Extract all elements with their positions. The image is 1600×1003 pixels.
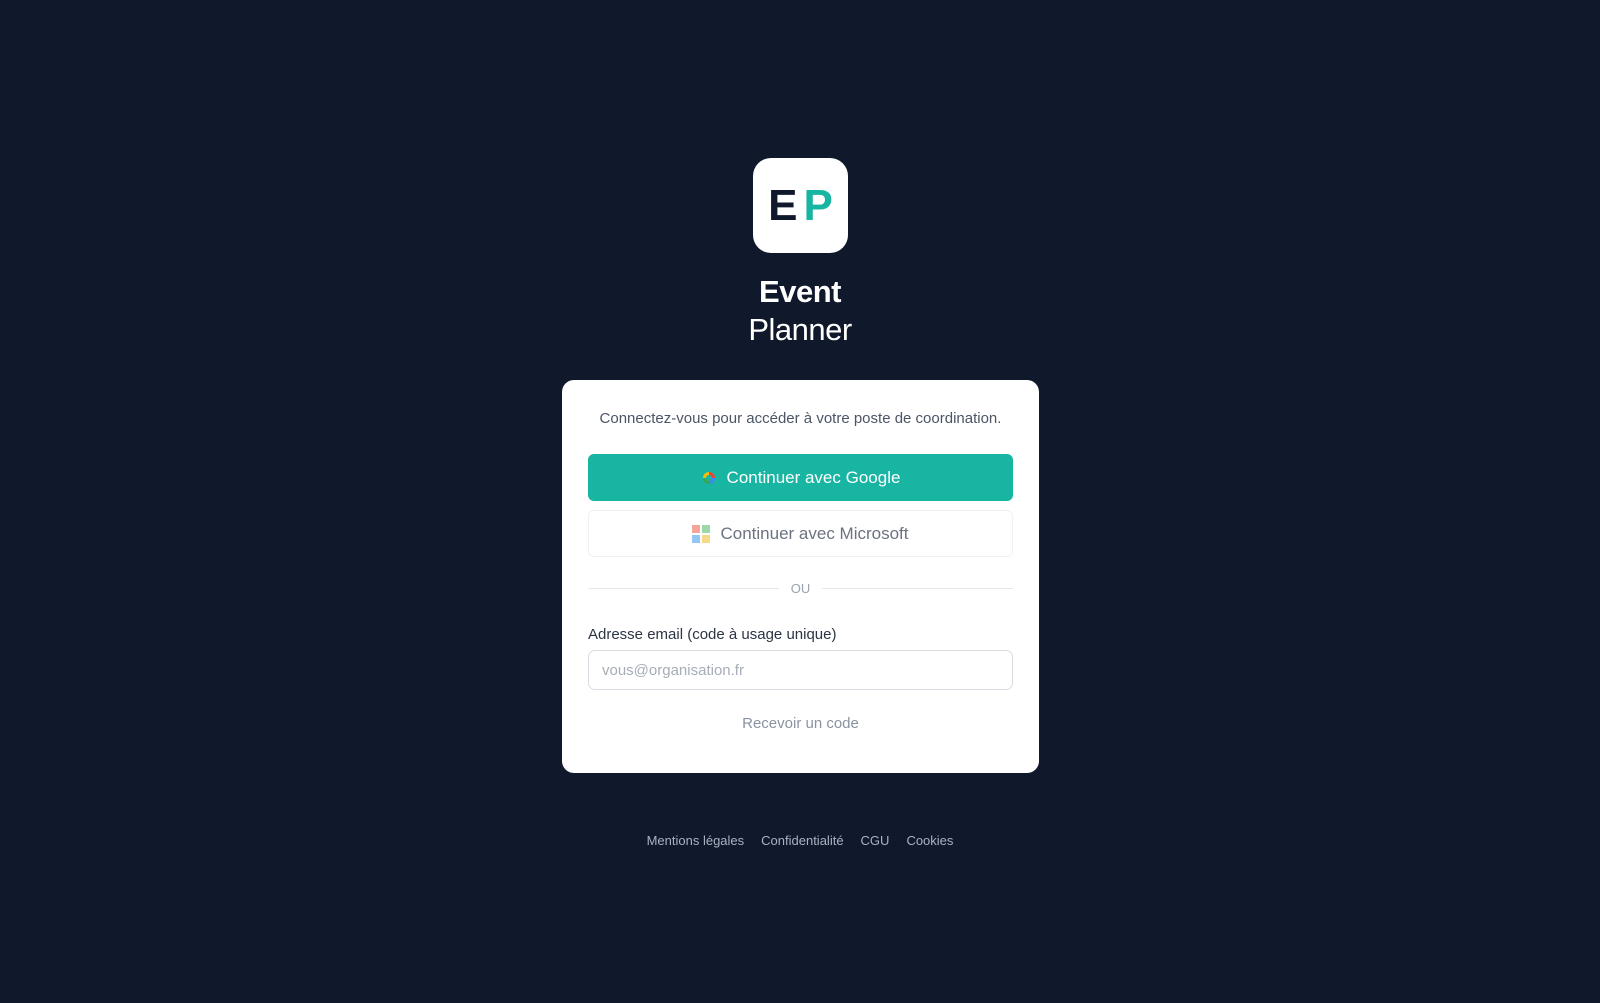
footer-link-privacy[interactable]: Confidentialité: [761, 833, 843, 848]
footer-links: Mentions légales Confidentialité CGU Coo…: [0, 833, 1600, 848]
divider-text: OU: [790, 580, 811, 596]
logo-letter-p: P: [803, 180, 833, 230]
login-card: Connectez-vous pour accéder à votre post…: [562, 380, 1039, 773]
divider-line-right: [822, 587, 1013, 589]
request-code-button[interactable]: Recevoir un code: [562, 714, 1039, 734]
email-field-label: Adresse email (code à usage unique): [588, 626, 837, 643]
login-page: E P Event Planner Connectez-vous pour ac…: [0, 0, 1600, 1003]
login-intro-text: Connectez-vous pour accéder à votre post…: [599, 410, 1002, 427]
google-signin-label: Continuer avec Google: [726, 467, 901, 487]
brand-subtitle: Planner: [748, 312, 852, 347]
footer-link-terms[interactable]: CGU: [861, 833, 890, 848]
footer-link-cookies[interactable]: Cookies: [906, 833, 953, 848]
brand-title: Event: [759, 274, 841, 309]
microsoft-signin-button[interactable]: Continuer avec Microsoft: [588, 510, 1013, 557]
email-field[interactable]: [588, 650, 1013, 690]
or-divider: OU: [588, 580, 1013, 596]
footer-link-legal[interactable]: Mentions légales: [647, 833, 745, 848]
app-logo: E P: [753, 158, 848, 253]
microsoft-signin-label: Continuer avec Microsoft: [720, 523, 909, 543]
google-signin-button[interactable]: Continuer avec Google: [588, 454, 1013, 501]
logo-letter-e: E: [768, 180, 798, 230]
microsoft-icon: [692, 524, 711, 543]
google-icon: [701, 470, 717, 486]
divider-line-left: [588, 587, 779, 589]
